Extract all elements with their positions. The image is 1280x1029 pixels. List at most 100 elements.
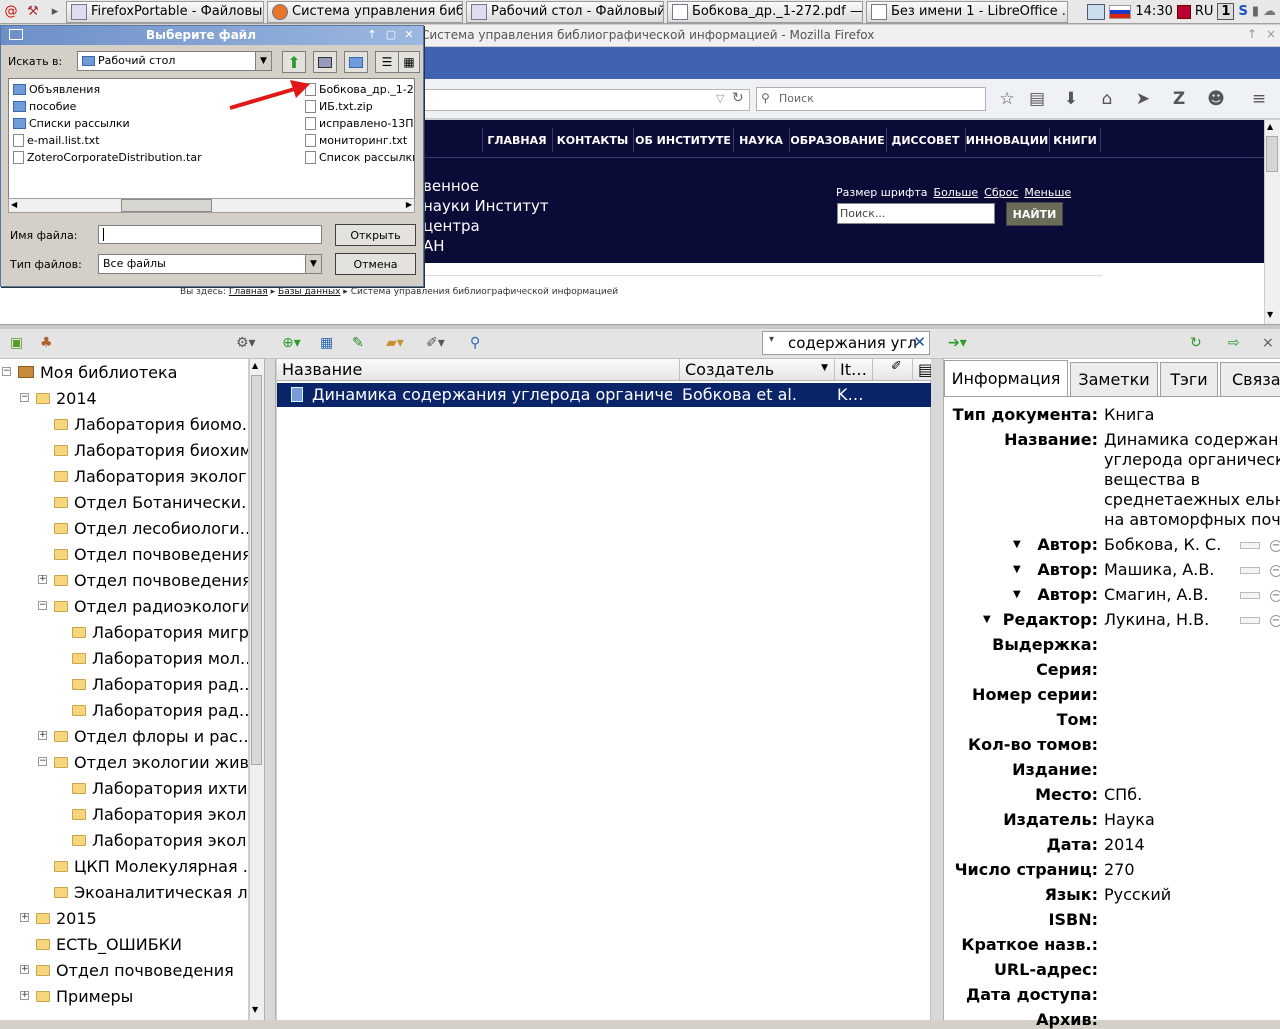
creator-type-dropdown-icon[interactable]: ▼ (1013, 589, 1021, 600)
field-value[interactable]: Машика, А.В. (1104, 560, 1214, 580)
collection-item[interactable]: Лаборатория рад… (72, 697, 248, 723)
nav-dissovet[interactable]: ДИССОВЕТ (886, 128, 964, 152)
paperclip-icon[interactable]: ✐▾ (426, 335, 445, 351)
scroll-down-icon[interactable]: ▼ (1267, 310, 1273, 319)
file-entry[interactable]: Список рассылки 3 (305, 149, 414, 165)
list-view-button[interactable]: ☰ (375, 51, 399, 73)
field-value[interactable]: Смагин, А.В. (1104, 585, 1209, 605)
file-entry[interactable]: Бобкова_др._1-272 (305, 81, 414, 97)
field-value[interactable]: Книга (1104, 405, 1154, 425)
nav-books[interactable]: КНИГИ (1049, 128, 1101, 152)
collection-item[interactable]: Отдел флоры и рас… (54, 723, 248, 749)
locate-icon[interactable]: ➔▾ (948, 335, 967, 351)
creator-type-dropdown-icon[interactable]: ▼ (1013, 564, 1021, 575)
scroll-up-icon[interactable]: ▲ (1267, 122, 1273, 131)
field-value[interactable]: Наука (1104, 810, 1155, 830)
swap-name-icon[interactable] (1240, 567, 1260, 574)
network-icon[interactable]: ▮ (1252, 4, 1259, 19)
zotero-search-input[interactable]: ▾ содержания угл ✕ (762, 331, 930, 355)
cloud-icon[interactable]: ☁ (1263, 4, 1276, 19)
dialog-system-menu-icon[interactable] (9, 29, 23, 40)
column-creator-header[interactable]: Создатель ▼ (680, 359, 835, 381)
nav-contacts[interactable]: КОНТАКТЫ (552, 128, 632, 152)
dialog-up-icon[interactable]: ⇡ (365, 28, 379, 42)
menu-icon[interactable]: ≡ (1246, 87, 1272, 111)
font-reset-link[interactable]: Сброс (984, 186, 1018, 199)
add-by-identifier-icon[interactable]: ▦ (320, 335, 333, 351)
collection-item[interactable]: 2015 (36, 905, 97, 931)
breadcrumb-home[interactable]: Главная (229, 287, 268, 297)
group-icon[interactable]: ♣ (40, 335, 53, 351)
creator-type-dropdown-icon[interactable]: ▼ (983, 614, 991, 625)
collection-item[interactable]: Отдел почвоведения (36, 957, 234, 983)
launcher-icon[interactable]: ▸ (44, 1, 66, 23)
remove-creator-icon[interactable]: − (1270, 540, 1280, 552)
tree-twisty-icon[interactable]: + (38, 575, 47, 584)
new-folder-button[interactable] (344, 51, 368, 73)
maximize-icon[interactable]: ↑ (1247, 27, 1257, 41)
field-value[interactable]: Динамика содержания углерода органическо… (1104, 430, 1280, 530)
swap-name-icon[interactable] (1240, 617, 1260, 624)
breadcrumb-databases[interactable]: Базы данных (278, 287, 340, 297)
remove-creator-icon[interactable]: − (1270, 565, 1280, 577)
collection-item[interactable]: ЕСТЬ_ОШИБКИ (36, 931, 182, 957)
tab-tags[interactable]: Тэги (1160, 362, 1218, 396)
detail-view-button[interactable]: ▦ (398, 51, 420, 73)
sync-icon[interactable]: ↻ (1190, 335, 1202, 351)
firefox-search-input[interactable]: ⚲ Поиск (756, 87, 986, 111)
tree-twisty-icon[interactable]: − (20, 393, 29, 402)
russian-flag-icon[interactable] (1109, 4, 1132, 19)
scroll-down-icon[interactable]: ▼ (252, 1005, 258, 1014)
tree-twisty-icon[interactable]: + (20, 965, 29, 974)
collection-item[interactable]: Отдел почвоведения (54, 567, 248, 593)
new-collection-icon[interactable]: ▣ (10, 335, 23, 351)
clock[interactable]: 14:30 (1135, 4, 1172, 19)
remove-creator-icon[interactable]: − (1270, 590, 1280, 602)
collection-item[interactable]: Отдел лесобиологи… (54, 515, 248, 541)
file-entry[interactable]: исправлено-13Письм (305, 115, 414, 131)
desktop-button[interactable] (313, 51, 337, 73)
keyboard-icon[interactable] (1176, 4, 1191, 19)
gear-icon[interactable]: ⚙▾ (236, 335, 256, 351)
remove-creator-icon[interactable]: − (1270, 615, 1280, 627)
nav-about[interactable]: ОБ ИНСТИТУТЕ (633, 128, 732, 152)
close-window-icon[interactable]: × (1266, 27, 1276, 41)
column-picker-icon[interactable]: ▤ (913, 359, 931, 381)
nav-education[interactable]: ОБРАЗОВАНИЕ (789, 128, 885, 152)
creator-type-dropdown-icon[interactable]: ▼ (1013, 539, 1021, 550)
scroll-left-icon[interactable]: ◀ (11, 200, 17, 209)
collection-item[interactable]: Экоаналитическая л… (54, 879, 248, 905)
desktop-number[interactable]: 1 (1217, 3, 1235, 20)
bookmark-star-icon[interactable]: ☆ (994, 87, 1020, 111)
folder-entry[interactable]: Списки рассылки (13, 115, 130, 131)
nav-innovations[interactable]: ИННОВАЦИИ (965, 128, 1048, 152)
pane-splitter[interactable] (264, 359, 276, 1020)
nav-science[interactable]: НАУКА (733, 128, 788, 152)
task-file-manager-firefoxportable[interactable]: FirefoxPortable - Файловы... (66, 0, 264, 23)
tree-twisty-icon[interactable]: + (20, 913, 29, 922)
collection-item[interactable]: Отдел Ботанически… (54, 489, 248, 515)
dialog-close-icon[interactable]: ✕ (402, 28, 416, 42)
file-entry[interactable]: ZoteroCorporateDistribution.tar (13, 149, 202, 165)
dialog-maximize-icon[interactable]: ▢ (384, 28, 398, 42)
task-libreoffice[interactable]: Без имени 1 - LibreOffice ... (866, 0, 1068, 23)
field-value[interactable]: СПб. (1104, 785, 1142, 805)
field-value[interactable]: 2014 (1104, 835, 1145, 855)
column-type-header[interactable]: It… (835, 359, 873, 381)
download-icon[interactable]: ⬇ (1058, 87, 1084, 111)
scroll-up-icon[interactable]: ▲ (252, 361, 258, 370)
nav-home[interactable]: ГЛАВНАЯ (482, 128, 551, 152)
swap-name-icon[interactable] (1240, 542, 1260, 549)
collection-item[interactable]: Лаборатория эколог… (54, 463, 248, 489)
file-entry[interactable]: e-mail.list.txt (13, 132, 100, 148)
look-in-select[interactable]: Рабочий стол ▼ (77, 51, 272, 71)
language-indicator[interactable]: RU (1195, 4, 1214, 19)
home-icon[interactable]: ⌂ (1094, 87, 1120, 111)
collection-item[interactable]: Лаборатория мол… (72, 645, 248, 671)
table-row[interactable]: Динамика содержания углерода органическ…… (277, 383, 931, 407)
column-attachment-header[interactable]: ✐ (873, 359, 913, 381)
dropdown-arrow-icon[interactable]: ▼ (305, 255, 321, 273)
collection-item[interactable]: 2014 (36, 385, 97, 411)
field-value[interactable]: 270 (1104, 860, 1135, 880)
collection-item[interactable]: Лаборатория ихти… (72, 775, 248, 801)
